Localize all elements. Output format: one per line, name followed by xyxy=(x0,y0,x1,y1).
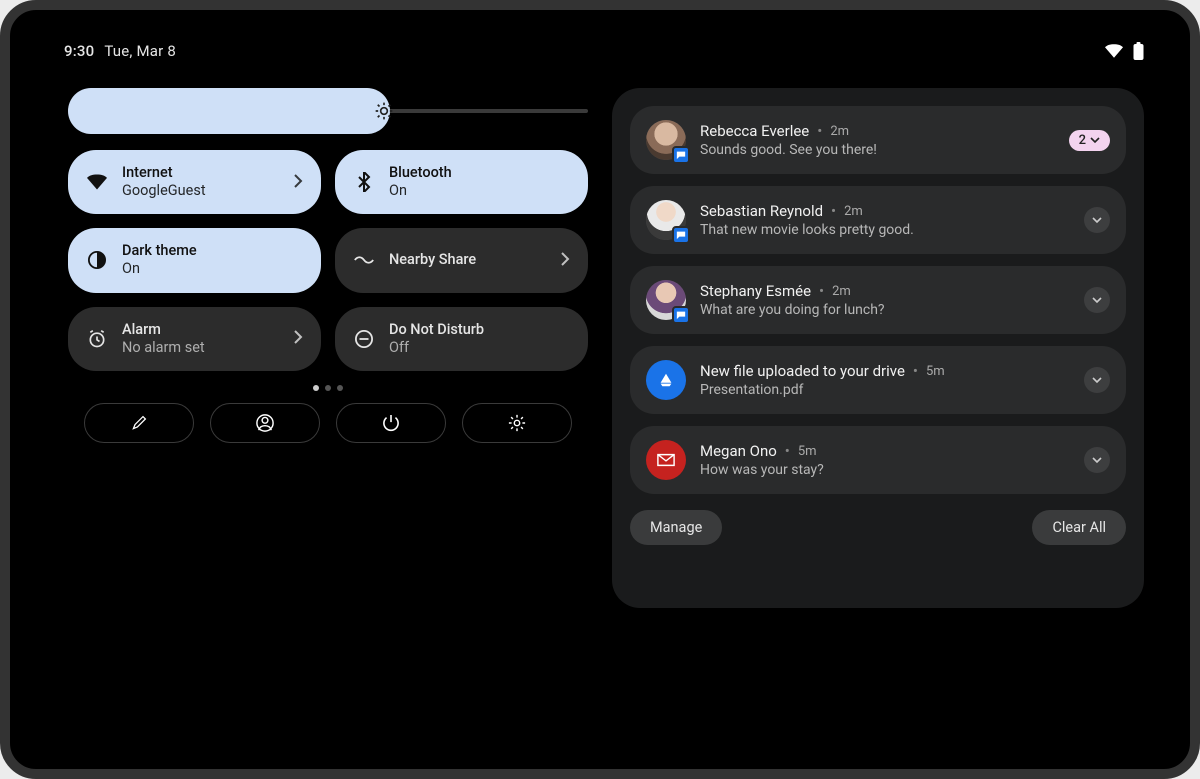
pager-dot[interactable] xyxy=(313,385,319,391)
expand-button[interactable] xyxy=(1084,287,1110,313)
notification-time: 2m xyxy=(832,284,851,299)
pencil-icon xyxy=(131,415,147,431)
notification-item[interactable]: Rebecca Everlee • 2m Sounds good. See yo… xyxy=(630,106,1126,174)
clock: 9:30 xyxy=(64,42,94,60)
tile-alarm[interactable]: Alarm No alarm set xyxy=(68,307,321,371)
chevron-right-icon xyxy=(293,173,303,192)
expand-button[interactable] xyxy=(1084,367,1110,393)
tile-sub: GoogleGuest xyxy=(122,182,206,200)
brightness-fill xyxy=(68,88,390,134)
notification-item[interactable]: Megan Ono • 5m How was your stay? xyxy=(630,426,1126,494)
tile-title: Alarm xyxy=(122,321,205,339)
wifi-icon xyxy=(1105,44,1123,58)
manage-button[interactable]: Manage xyxy=(630,510,722,545)
notification-body: Sounds good. See you there! xyxy=(700,142,877,158)
notifications-column: Rebecca Everlee • 2m Sounds good. See yo… xyxy=(612,88,1144,723)
tablet-frame: 9:30 Tue, Mar 8 xyxy=(0,0,1200,779)
battery-icon xyxy=(1133,42,1144,60)
notification-body: What are you doing for lunch? xyxy=(700,302,885,318)
notification-item[interactable]: Sebastian Reynold • 2m That new movie lo… xyxy=(630,186,1126,254)
notification-time: 2m xyxy=(830,124,849,139)
power-button[interactable] xyxy=(336,403,446,443)
tile-dark-theme[interactable]: Dark theme On xyxy=(68,228,321,292)
tile-nearby-share[interactable]: Nearby Share xyxy=(335,228,588,292)
bluetooth-icon xyxy=(353,172,375,192)
gmail-app-icon xyxy=(646,440,686,480)
settings-button[interactable] xyxy=(462,403,572,443)
chevron-right-icon xyxy=(560,251,570,270)
tile-title: Nearby Share xyxy=(389,251,476,269)
notification-body: That new movie looks pretty good. xyxy=(700,222,914,238)
notification-time: 2m xyxy=(844,204,863,219)
expand-button[interactable] xyxy=(1084,207,1110,233)
notification-count-badge[interactable]: 2 xyxy=(1069,130,1110,151)
alarm-icon xyxy=(86,329,108,349)
notification-title: Stephany Esmée xyxy=(700,282,811,300)
qs-actions xyxy=(68,403,588,443)
nearby-share-icon xyxy=(353,253,375,267)
notification-item[interactable]: New file uploaded to your drive • 5m Pre… xyxy=(630,346,1126,414)
tile-sub: On xyxy=(122,260,197,278)
edit-button[interactable] xyxy=(84,403,194,443)
chevron-right-icon xyxy=(293,329,303,348)
panel-footer: Manage Clear All xyxy=(630,510,1126,545)
brightness-icon xyxy=(370,97,398,125)
messages-app-badge-icon xyxy=(672,146,690,164)
tile-bluetooth[interactable]: Bluetooth On xyxy=(335,150,588,214)
notification-time: 5m xyxy=(926,364,945,379)
drive-app-icon xyxy=(646,360,686,400)
quick-settings: Internet GoogleGuest Bluetooth On xyxy=(68,88,588,723)
tile-title: Internet xyxy=(122,164,206,182)
qs-tiles: Internet GoogleGuest Bluetooth On xyxy=(68,150,588,371)
pager-dot[interactable] xyxy=(337,385,343,391)
avatar xyxy=(646,280,686,320)
tile-title: Bluetooth xyxy=(389,164,452,182)
notification-body: How was your stay? xyxy=(700,462,824,478)
clear-all-button[interactable]: Clear All xyxy=(1032,510,1126,545)
screen: 9:30 Tue, Mar 8 xyxy=(32,32,1168,747)
power-icon xyxy=(383,414,399,432)
notification-panel: Rebecca Everlee • 2m Sounds good. See yo… xyxy=(612,88,1144,608)
notification-title: Megan Ono xyxy=(700,442,777,460)
messages-app-badge-icon xyxy=(672,226,690,244)
tile-title: Do Not Disturb xyxy=(389,321,484,339)
avatar xyxy=(646,120,686,160)
user-icon xyxy=(256,414,274,432)
tile-sub: On xyxy=(389,182,452,200)
messages-app-badge-icon xyxy=(672,306,690,324)
notification-title: Rebecca Everlee xyxy=(700,122,809,140)
tile-sub: No alarm set xyxy=(122,339,205,357)
user-button[interactable] xyxy=(210,403,320,443)
notification-body: Presentation.pdf xyxy=(700,382,945,398)
pager-dot[interactable] xyxy=(325,385,331,391)
gear-icon xyxy=(508,414,526,432)
notification-time: 5m xyxy=(798,444,817,459)
pager xyxy=(68,385,588,391)
contrast-icon xyxy=(86,251,108,269)
status-bar: 9:30 Tue, Mar 8 xyxy=(64,42,1144,60)
avatar xyxy=(646,200,686,240)
notification-title: Sebastian Reynold xyxy=(700,202,823,220)
notification-title: New file uploaded to your drive xyxy=(700,362,905,380)
dnd-icon xyxy=(353,330,375,348)
tile-title: Dark theme xyxy=(122,242,197,260)
date: Tue, Mar 8 xyxy=(104,42,176,60)
tile-sub: Off xyxy=(389,339,484,357)
wifi-icon xyxy=(86,174,108,190)
brightness-slider[interactable] xyxy=(68,88,588,134)
expand-button[interactable] xyxy=(1084,447,1110,473)
status-left: 9:30 Tue, Mar 8 xyxy=(64,42,176,60)
status-right xyxy=(1105,42,1144,60)
notification-item[interactable]: Stephany Esmée • 2m What are you doing f… xyxy=(630,266,1126,334)
tile-dnd[interactable]: Do Not Disturb Off xyxy=(335,307,588,371)
tile-internet[interactable]: Internet GoogleGuest xyxy=(68,150,321,214)
